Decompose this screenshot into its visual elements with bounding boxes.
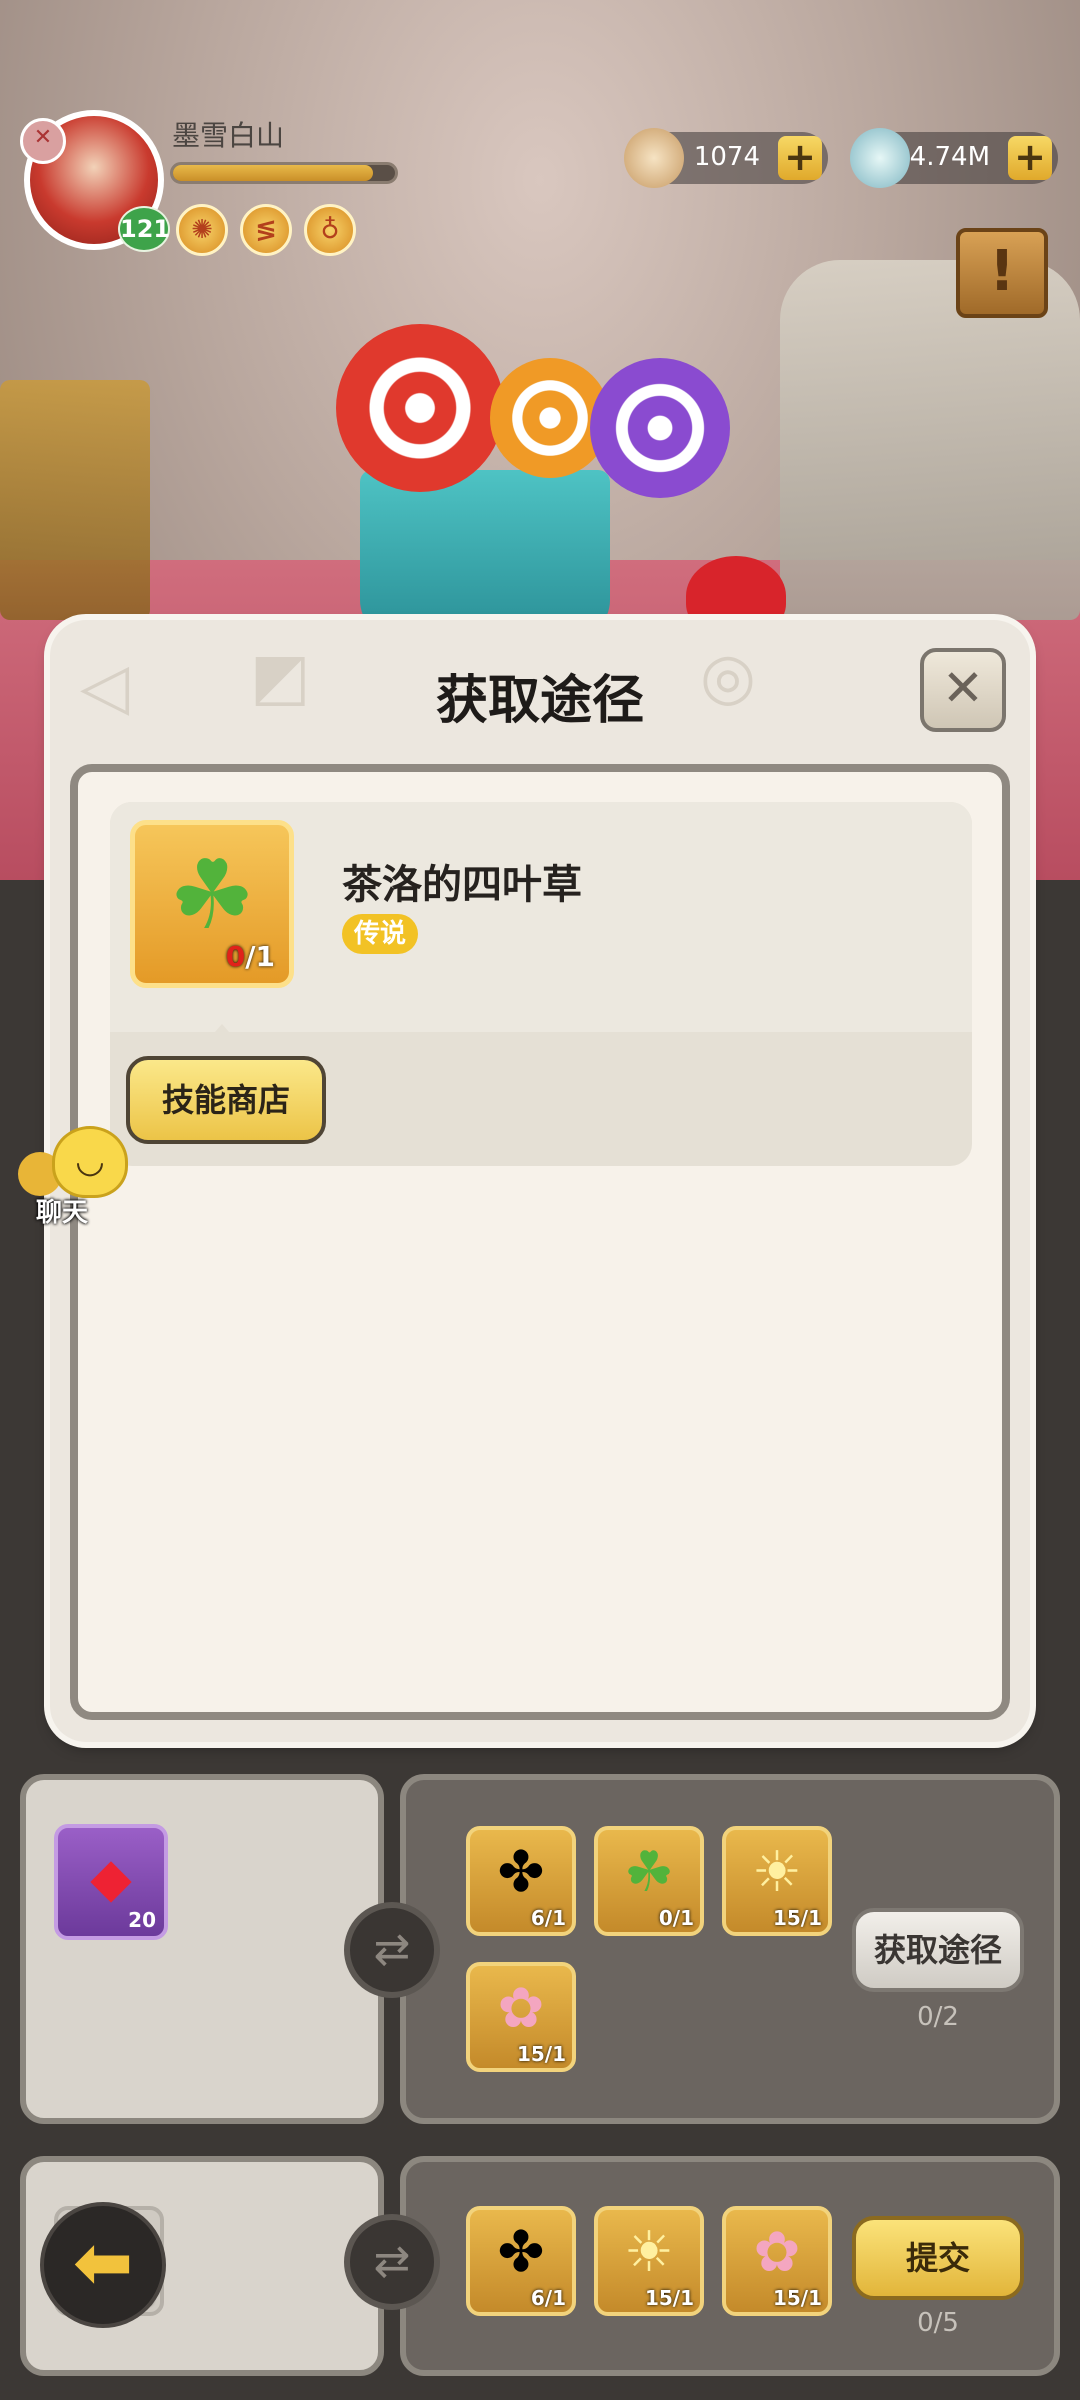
- rarity-badge: 传说: [342, 914, 419, 954]
- lollipop-red: [336, 324, 504, 492]
- add-gems-button[interactable]: +: [1008, 136, 1052, 180]
- acquire-path-modal: ◁ ◩ ◎ 获取途径 ✕ ☘ 0/1 茶洛的四叶草 传说 技能商店: [50, 620, 1030, 1742]
- row1-equipment-count: 20: [128, 1908, 156, 1932]
- chat-button[interactable]: ◡ 聊天: [18, 1126, 138, 1228]
- exp-bar: [170, 162, 398, 184]
- chat-label: 聊天: [36, 1198, 89, 1228]
- item-icon-slot[interactable]: ☘ 0/1: [130, 820, 294, 988]
- row2-material-3[interactable]: ✿ 15/1: [722, 2206, 832, 2316]
- add-gold-button[interactable]: +: [778, 136, 822, 180]
- chat-smiley-icon: ◡: [52, 1126, 128, 1198]
- pink-flower-icon: ✿: [497, 1976, 545, 2041]
- lollipop-purple: [590, 358, 730, 498]
- row1-material-2-count: 0/1: [658, 1906, 694, 1930]
- row1-material-3[interactable]: ☀ 15/1: [722, 1826, 832, 1936]
- player-name: 墨雪白山: [172, 119, 285, 152]
- four-leaf-clover-icon: ☘: [623, 1840, 675, 1905]
- modal-title: 获取途径: [435, 671, 644, 731]
- row1-material-2[interactable]: ☘ 0/1: [594, 1826, 704, 1936]
- quest-scroll-icon[interactable]: !: [956, 228, 1048, 318]
- modal-body: ☘ 0/1 茶洛的四叶草 传说 技能商店: [70, 764, 1010, 1720]
- buff-lion-icon[interactable]: ✺: [176, 204, 228, 256]
- skill-shop-button[interactable]: 技能商店: [126, 1056, 326, 1144]
- exp-bar-fill: [173, 165, 373, 181]
- candy-bucket: [360, 470, 610, 640]
- buff-rune-icon[interactable]: ≶: [240, 204, 292, 256]
- currency-gold: 1074 +: [624, 128, 828, 188]
- close-button[interactable]: ✕: [920, 648, 1006, 732]
- crystal-icon: [850, 128, 910, 188]
- row2-material-2[interactable]: ☀ 15/1: [594, 2206, 704, 2316]
- row2-submit-button[interactable]: 提交: [852, 2216, 1024, 2300]
- player-level-badge: 121: [118, 206, 170, 252]
- buff-shield-icon[interactable]: ♁: [304, 204, 356, 256]
- row1-material-3-count: 15/1: [772, 1906, 822, 1930]
- row1-material-1[interactable]: ✤ 6/1: [466, 1826, 576, 1936]
- row2-material-2-count: 15/1: [644, 2286, 694, 2310]
- sun-emblem-icon: ☀: [751, 1840, 803, 1905]
- golden-scale: [0, 380, 150, 620]
- row2-material-3-count: 15/1: [772, 2286, 822, 2310]
- row2-progress: 0/5: [917, 2308, 959, 2338]
- currency-gems: 4.74M +: [850, 128, 1058, 188]
- sun-emblem-icon: ☀: [623, 2220, 675, 2285]
- row1-material-4[interactable]: ✿ 15/1: [466, 1962, 576, 2072]
- currency-gems-value: 4.74M: [909, 142, 990, 172]
- helmet-icon: ◆: [90, 1846, 132, 1909]
- row2-swap-icon[interactable]: ⇄: [344, 2214, 440, 2310]
- row2-material-1-count: 6/1: [530, 2286, 566, 2310]
- row2-material-1[interactable]: ✤ 6/1: [466, 2206, 576, 2316]
- row1-swap-icon[interactable]: ⇄: [344, 1902, 440, 1998]
- pink-flower-icon: ✿: [753, 2220, 801, 2285]
- row1-material-1-count: 6/1: [530, 1906, 566, 1930]
- item-card: ☘ 0/1 茶洛的四叶草 传说 技能商店: [110, 802, 972, 1166]
- pointer-arrow: [208, 1024, 236, 1040]
- item-count-have: 0: [225, 940, 246, 973]
- four-leaf-clover-icon: ☘: [168, 839, 256, 951]
- pinwheel-icon: ✤: [497, 2220, 545, 2285]
- guild-badge-icon[interactable]: ✕: [20, 118, 66, 164]
- item-name: 茶洛的四叶草: [342, 862, 582, 908]
- row1-acquire-button[interactable]: 获取途径: [852, 1908, 1024, 1992]
- row1-equipment-slot[interactable]: ◆ 20: [54, 1824, 168, 1940]
- row1-material-4-count: 15/1: [516, 2042, 566, 2066]
- currency-gold-value: 1074: [693, 142, 760, 172]
- item-count-need: /1: [245, 940, 275, 973]
- item-count: 0/1: [226, 940, 275, 973]
- back-arrow-button[interactable]: ⬅: [40, 2202, 166, 2328]
- pinwheel-icon: ✤: [497, 1840, 545, 1905]
- row1-progress: 0/2: [917, 2002, 959, 2032]
- shell-coin-icon: [624, 128, 684, 188]
